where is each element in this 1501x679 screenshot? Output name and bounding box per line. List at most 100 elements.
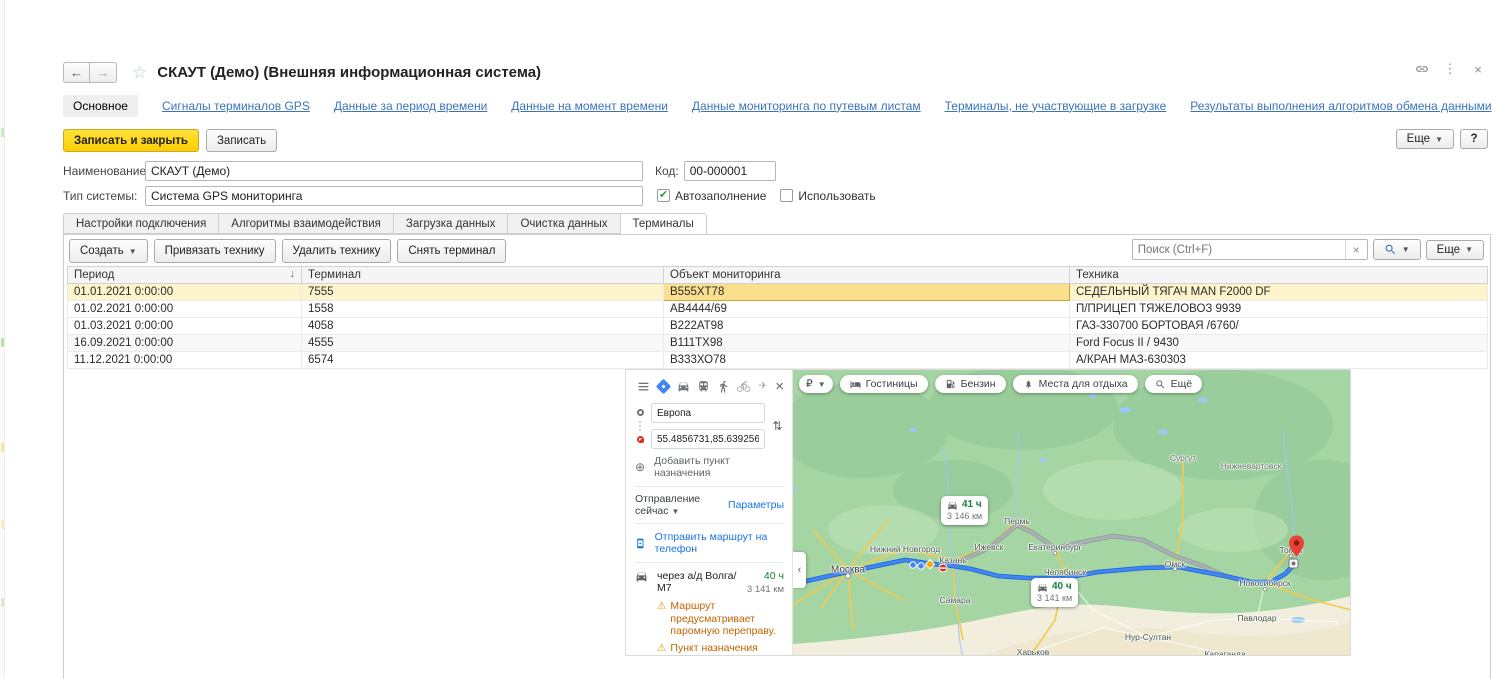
cell-terminal[interactable]: 7555 [302, 284, 664, 301]
favorite-star-icon[interactable]: ☆ [132, 64, 147, 81]
link-icon[interactable] [1415, 62, 1429, 76]
cell-vehicle[interactable]: Ford Focus II / 9430 [1070, 335, 1488, 352]
search-input[interactable] [1133, 241, 1345, 258]
close-window-icon[interactable]: × [1471, 62, 1485, 76]
detach-terminal-button[interactable]: Снять терминал [397, 239, 506, 263]
bind-vehicle-button[interactable]: Привязать технику [154, 239, 276, 263]
phone-send-icon [635, 537, 646, 550]
external-system-window: ← → ☆ СКАУТ (Демо) (Внешняя информационн… [63, 55, 1491, 679]
search-button[interactable]: ▼ [1373, 239, 1421, 260]
cell-object[interactable]: В555ХТ78 [664, 284, 1070, 301]
clear-search-icon[interactable]: × [1345, 240, 1367, 259]
send-to-phone-button[interactable]: Отправить маршрут на телефон [635, 523, 784, 563]
back-button[interactable]: ← [63, 62, 90, 83]
chip-more[interactable]: Ещё [1145, 375, 1202, 393]
cell-period[interactable]: 01.02.2021 0:00:00 [68, 301, 302, 318]
cell-object[interactable]: В111ТХ98 [664, 335, 1070, 352]
cell-vehicle[interactable]: А/КРАН МАЗ-630303 [1070, 352, 1488, 369]
travel-modes: ✈ × [635, 375, 784, 397]
column-period[interactable]: Период↓ [68, 267, 302, 284]
cell-vehicle[interactable]: П/ПРИЦЕП ТЯЖЕЛОВОЗ 9939 [1070, 301, 1488, 318]
route-bubble-main[interactable]: 40 ч 3 141 км [1031, 578, 1078, 607]
table-row[interactable]: 01.03.2021 0:00:00 4058 В222АТ98 ГАЗ-330… [68, 318, 1488, 335]
edge-tick [1, 128, 4, 137]
warning-icon: ⚠ [657, 642, 666, 655]
origin-input[interactable] [651, 403, 765, 423]
origin-marker-icon [637, 409, 644, 416]
cell-object[interactable]: В222АТ98 [664, 318, 1070, 335]
cell-terminal[interactable]: 6574 [302, 352, 664, 369]
tab-connection-settings[interactable]: Настройки подключения [63, 213, 218, 234]
column-vehicle[interactable]: Техника [1070, 267, 1488, 284]
cell-vehicle[interactable]: ГАЗ-330700 БОРТОВАЯ /6760/ [1070, 318, 1488, 335]
name-field[interactable] [145, 161, 643, 181]
more-dots-icon[interactable]: ⋮ [1443, 62, 1457, 76]
park-icon [1023, 379, 1034, 390]
cell-vehicle[interactable]: СЕДЕЛЬНЫЙ ТЯГАЧ MAN F2000 DF [1070, 284, 1488, 301]
chip-fuel-price[interactable]: ₽▼ [799, 375, 833, 393]
tab-moment-data[interactable]: Данные на момент времени [511, 99, 668, 113]
car-mode-icon[interactable] [675, 378, 691, 394]
route-option-1[interactable]: через а/д Волга/М7 40 ч 3 141 км ⚠Маршру… [635, 563, 784, 655]
chip-hotels[interactable]: Гостиницы [840, 375, 928, 393]
tab-data-cleanup[interactable]: Очистка данных [507, 213, 619, 234]
destination-input[interactable] [651, 429, 765, 449]
tab-period-data[interactable]: Данные за период времени [334, 99, 487, 113]
cell-period[interactable]: 01.01.2021 0:00:00 [68, 284, 302, 301]
cell-object[interactable]: АВ4444/69 [664, 301, 1070, 318]
column-object[interactable]: Объект мониторинга [664, 267, 1070, 284]
column-terminal[interactable]: Терминал [302, 267, 664, 284]
system-type-field[interactable] [145, 186, 643, 206]
route-warning: ⚠Маршрут предусматривает паромную перепр… [657, 600, 784, 638]
map-canvas[interactable]: МоскваНижний НовгородКазаньСамараИжевскП… [793, 370, 1350, 655]
cell-period[interactable]: 11.12.2021 0:00:00 [68, 352, 302, 369]
cell-period[interactable]: 16.09.2021 0:00:00 [68, 335, 302, 352]
menu-icon[interactable] [635, 378, 651, 394]
cell-terminal[interactable]: 1558 [302, 301, 664, 318]
save-button[interactable]: Записать [206, 129, 277, 152]
form-more-button[interactable]: Еще▼ [1396, 129, 1454, 149]
table-row[interactable]: 01.01.2021 0:00:00 7555 В555ХТ78 СЕДЕЛЬН… [68, 284, 1488, 301]
route-mode-icon[interactable] [655, 378, 671, 394]
cell-object[interactable]: В333ХО78 [664, 352, 1070, 369]
tab-exchange-algorithms[interactable]: Алгоритмы взаимодействия [218, 213, 393, 234]
search-icon [1155, 379, 1166, 390]
bike-mode-icon[interactable] [735, 378, 751, 394]
use-checkbox[interactable]: Использовать [780, 189, 875, 203]
add-destination-button[interactable]: ⊕ Добавить пункт назначения [635, 449, 784, 486]
delete-vehicle-button[interactable]: Удалить технику [282, 239, 392, 263]
chip-gas[interactable]: Бензин [935, 375, 1006, 393]
create-button[interactable]: Создать▼ [69, 239, 148, 263]
table-row[interactable]: 16.09.2021 0:00:00 4555 В111ТХ98 Ford Fo… [68, 335, 1488, 352]
tab-data-loading[interactable]: Загрузка данных [393, 213, 508, 234]
swap-waypoints-icon[interactable]: ⇅ [771, 403, 784, 449]
tab-main[interactable]: Основное [63, 95, 138, 117]
form-area: Наименование: Код: Тип системы: ✔ Автоза… [63, 159, 1491, 207]
collapse-panel-button[interactable]: ‹ [793, 552, 806, 588]
tab-waybill-monitoring[interactable]: Данные мониторинга по путевым листам [692, 99, 921, 113]
autofill-checkbox[interactable]: ✔ Автозаполнение [657, 189, 766, 203]
close-directions-icon[interactable]: × [775, 378, 784, 395]
route-bubble-alt[interactable]: 41 ч 3 146 км [941, 496, 988, 525]
save-and-close-button[interactable]: Записать и закрыть [63, 129, 199, 152]
table-row[interactable]: 01.02.2021 0:00:00 1558 АВ4444/69 П/ПРИЦ… [68, 301, 1488, 318]
tab-excluded-terminals[interactable]: Терминалы, не участвующие в загрузке [945, 99, 1167, 113]
table-row[interactable]: 11.12.2021 0:00:00 6574 В333ХО78 А/КРАН … [68, 352, 1488, 369]
cell-terminal[interactable]: 4555 [302, 335, 664, 352]
cell-terminal[interactable]: 4058 [302, 318, 664, 335]
help-button[interactable]: ? [1460, 129, 1488, 149]
list-more-button[interactable]: Еще▼ [1426, 240, 1484, 260]
cell-period[interactable]: 01.03.2021 0:00:00 [68, 318, 302, 335]
transit-mode-icon[interactable] [695, 378, 711, 394]
code-field[interactable] [684, 161, 776, 181]
chip-rest-areas[interactable]: Места для отдыха [1013, 375, 1138, 393]
forward-button[interactable]: → [90, 62, 117, 83]
tab-gps-signals[interactable]: Сигналы терминалов GPS [162, 99, 310, 113]
tab-exchange-results[interactable]: Результаты выполнения алгоритмов обмена … [1190, 99, 1491, 113]
walk-mode-icon[interactable] [715, 378, 731, 394]
map-city-label: Павлодар [1237, 613, 1276, 623]
plane-mode-icon[interactable]: ✈ [755, 378, 771, 394]
tab-terminals[interactable]: Терминалы [620, 213, 707, 235]
route-options-link[interactable]: Параметры [728, 499, 784, 511]
departure-select[interactable]: Отправление сейчас▼ [635, 493, 728, 517]
